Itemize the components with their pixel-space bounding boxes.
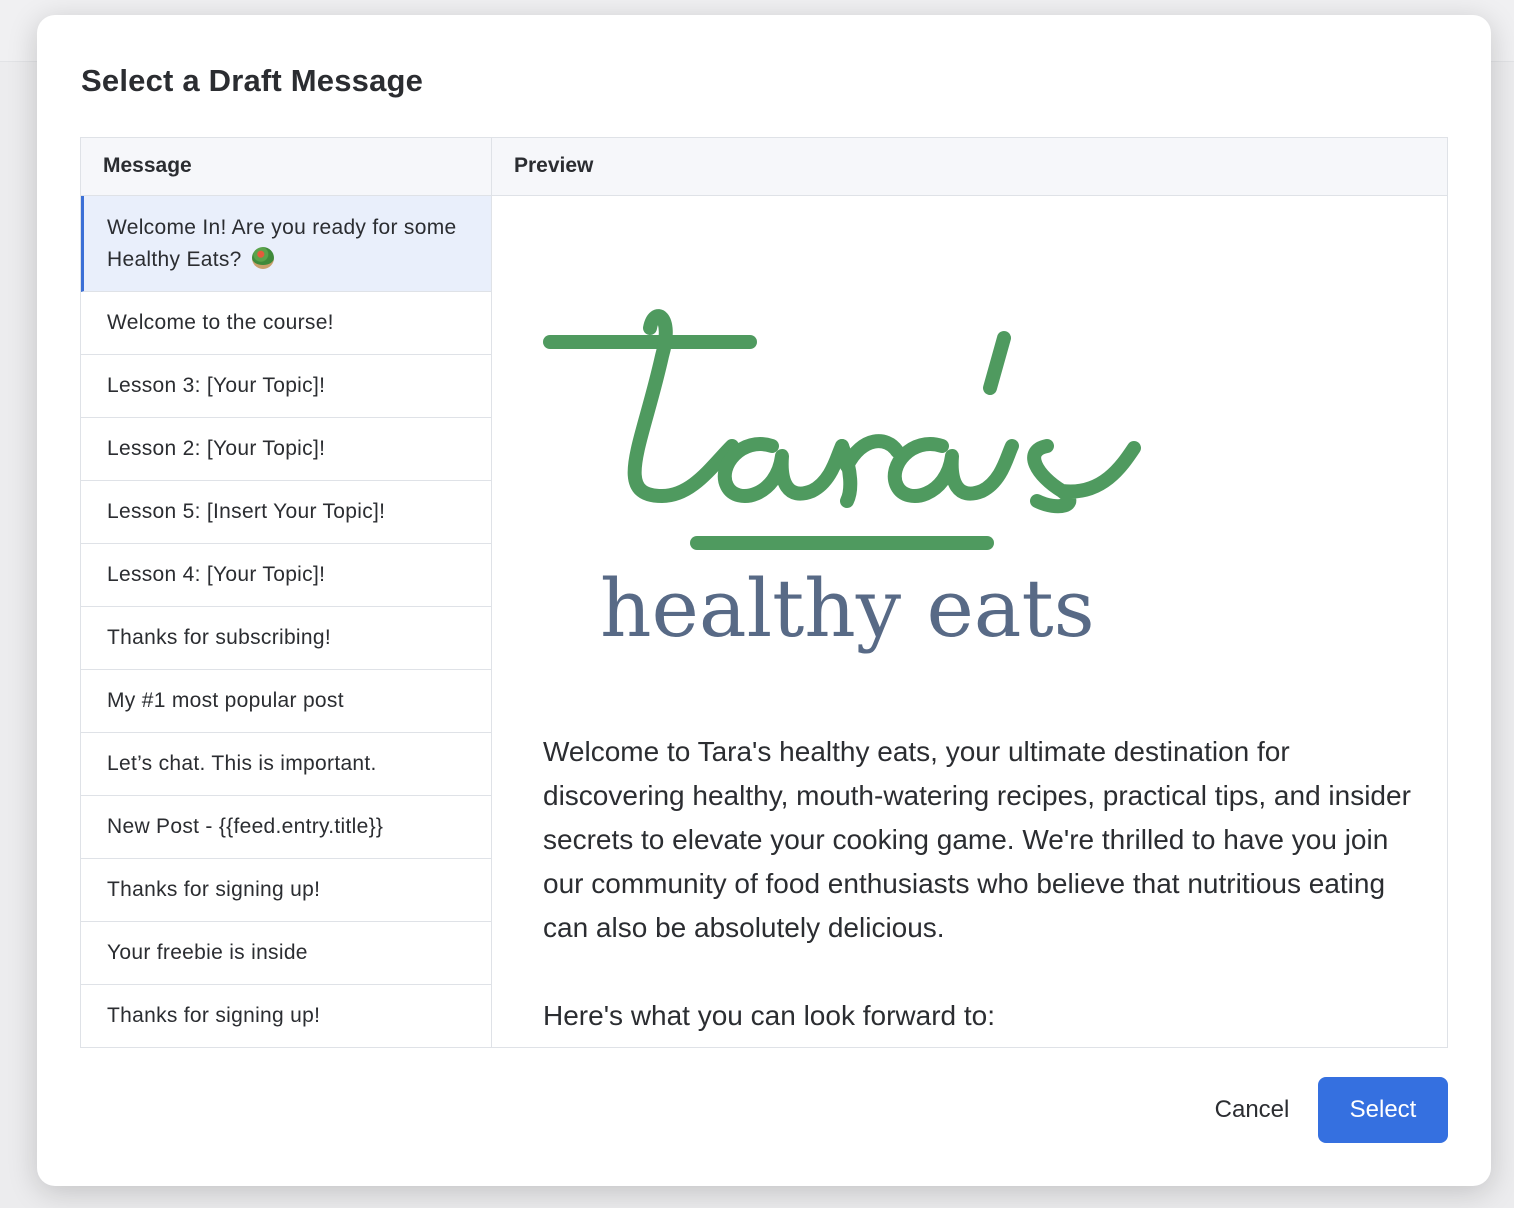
- salad-icon: [251, 246, 274, 269]
- logo-subtitle: healthy eats: [600, 562, 1095, 655]
- list-item[interactable]: Lesson 5: [Insert Your Topic]!: [81, 481, 491, 544]
- list-item[interactable]: Thanks for signing up!: [81, 985, 491, 1047]
- draft-table: Message Preview Welcome In! Are you read…: [80, 137, 1448, 1048]
- list-item[interactable]: Your freebie is inside: [81, 922, 491, 985]
- list-item-selected[interactable]: Welcome In! Are you ready for some Healt…: [81, 196, 491, 292]
- list-item[interactable]: Lesson 2: [Your Topic]!: [81, 418, 491, 481]
- preview-column-header: Preview: [492, 138, 1447, 196]
- list-item[interactable]: My #1 most popular post: [81, 670, 491, 733]
- preview-paragraph: Here's what you can look forward to:: [543, 1000, 996, 1031]
- preview-paragraph: Welcome to Tara's healthy eats, your ult…: [543, 736, 1411, 943]
- message-column-header: Message: [81, 138, 492, 196]
- preview-body: Welcome to Tara's healthy eats, your ult…: [543, 730, 1413, 1047]
- select-button[interactable]: Select: [1318, 1077, 1448, 1143]
- list-item[interactable]: New Post - {{feed.entry.title}}: [81, 796, 491, 859]
- list-item[interactable]: Thanks for signing up!: [81, 859, 491, 922]
- list-item[interactable]: Lesson 3: [Your Topic]!: [81, 355, 491, 418]
- list-item[interactable]: Thanks for subscribing!: [81, 607, 491, 670]
- list-item-label: Welcome In! Are you ready for some Healt…: [107, 215, 457, 271]
- list-item[interactable]: Welcome to the course!: [81, 292, 491, 355]
- taras-healthy-eats-logo: healthy eats: [543, 309, 1141, 655]
- modal-title: Select a Draft Message: [81, 63, 424, 98]
- list-item[interactable]: Let’s chat. This is important.: [81, 733, 491, 796]
- preview-pane[interactable]: healthy eats Welcome to Tara's healthy e…: [492, 196, 1447, 1047]
- draft-message-modal: Select a Draft Message Message Preview W…: [37, 15, 1491, 1186]
- cancel-button[interactable]: Cancel: [1197, 1077, 1307, 1143]
- list-item[interactable]: Lesson 4: [Your Topic]!: [81, 544, 491, 607]
- message-list[interactable]: Welcome In! Are you ready for some Healt…: [81, 196, 492, 1047]
